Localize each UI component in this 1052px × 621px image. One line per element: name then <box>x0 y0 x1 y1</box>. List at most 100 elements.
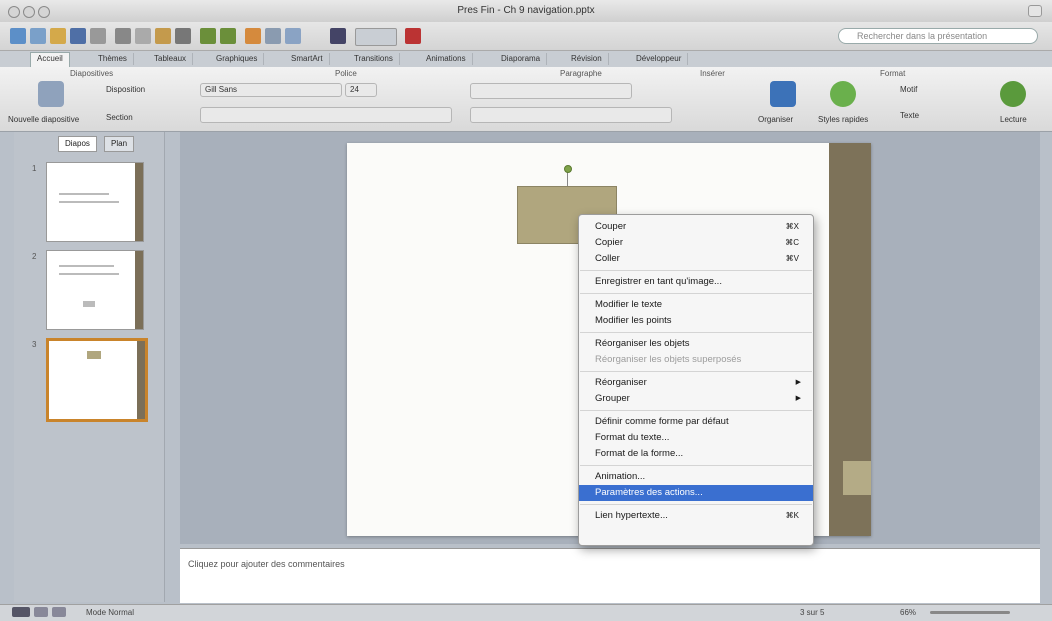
menu-item-grouper[interactable]: Grouper ▶ <box>579 391 813 407</box>
quick-styles-icon[interactable] <box>830 81 856 107</box>
notes-pane[interactable]: Cliquez pour ajouter des commentaires <box>180 548 1040 603</box>
thumbnail-band <box>137 341 145 419</box>
menu-item-format-du-texte[interactable]: Format du texte... <box>579 430 813 446</box>
insert-shape-icon[interactable] <box>245 28 261 44</box>
print-icon[interactable] <box>90 28 106 44</box>
window-title: Pres Fin - Ch 9 navigation.pptx <box>457 5 595 16</box>
help-icon[interactable] <box>405 28 421 44</box>
toolbar-toggle-button[interactable] <box>1028 5 1042 17</box>
menu-item-parametres-des-actions[interactable]: Paramètres des actions... <box>579 485 813 501</box>
menu-item-animation[interactable]: Animation... <box>579 469 813 485</box>
rotation-handle[interactable] <box>564 165 572 173</box>
tab-smartart[interactable]: SmartArt <box>285 53 330 65</box>
menu-separator <box>580 504 812 505</box>
rotation-connector <box>567 171 568 186</box>
menu-separator <box>580 465 812 466</box>
slide-sorter-icon[interactable] <box>34 607 48 617</box>
group-label-diapositives: Diapositives <box>70 69 114 78</box>
menu-item-reorganiser[interactable]: Réorganiser ▶ <box>579 375 813 391</box>
format-painter-icon[interactable] <box>175 28 191 44</box>
tab-diaporama[interactable]: Diaporama <box>495 53 548 65</box>
thumbnail-text-line <box>59 273 119 275</box>
undo-icon[interactable] <box>200 28 216 44</box>
font-size-select[interactable]: 24 <box>345 83 377 97</box>
menu-item-label: Animation... <box>595 471 646 482</box>
menu-item-label: Lien hypertexte... <box>595 510 668 521</box>
new-slide-label[interactable]: Nouvelle diapositive <box>8 115 79 124</box>
tab-accueil[interactable]: Accueil <box>30 52 70 67</box>
font-name-value: Gill Sans <box>205 85 238 94</box>
tab-revision[interactable]: Révision <box>565 53 609 65</box>
menu-item-couper[interactable]: Couper ⌘X <box>579 219 813 235</box>
tab-diapos[interactable]: Diapos <box>58 136 97 152</box>
tab-graphiques[interactable]: Graphiques <box>210 53 265 65</box>
thumbnail-text-line <box>59 201 119 203</box>
arrange-icon[interactable] <box>770 81 796 107</box>
tab-transitions[interactable]: Transitions <box>348 53 400 65</box>
search-input[interactable]: Rechercher dans la présentation <box>838 28 1038 44</box>
cut-icon[interactable] <box>115 28 131 44</box>
tab-animations[interactable]: Animations <box>420 53 473 65</box>
gallery-icon[interactable] <box>30 28 46 44</box>
new-presentation-icon[interactable] <box>10 28 26 44</box>
menu-item-reorganiser-les-objets-superposes: Réorganiser les objets superposés <box>579 352 813 368</box>
menu-separator <box>580 332 812 333</box>
menu-item-coller[interactable]: Coller ⌘V <box>579 251 813 267</box>
slide-thumbnail-3-selected[interactable] <box>46 338 148 422</box>
thumbnail-band <box>135 251 143 329</box>
insert-picture-icon[interactable] <box>265 28 281 44</box>
menu-item-definir-comme-forme-par-defaut[interactable]: Définir comme forme par défaut <box>579 414 813 430</box>
slideshow-view-icon[interactable] <box>52 607 66 617</box>
zoom-slider[interactable] <box>930 611 1010 614</box>
layout-button[interactable]: Disposition <box>106 85 145 94</box>
thumbnail-text-line <box>59 265 114 267</box>
slide-thumbnail-1[interactable] <box>46 162 144 242</box>
menu-item-format-de-la-forme[interactable]: Format de la forme... <box>579 446 813 462</box>
menu-item-modifier-les-points[interactable]: Modifier les points <box>579 313 813 329</box>
new-slide-icon[interactable] <box>38 81 64 107</box>
play-icon[interactable] <box>1000 81 1026 107</box>
tab-plan[interactable]: Plan <box>104 136 135 152</box>
tab-tableaux[interactable]: Tableaux <box>148 53 194 65</box>
thumbnail-text-line <box>59 193 109 195</box>
arrange-button-label[interactable]: Organiser <box>758 115 793 124</box>
paragraph-buttons[interactable] <box>470 83 632 99</box>
menu-item-label: Paramètres des actions... <box>595 487 703 498</box>
section-button[interactable]: Section <box>106 113 133 122</box>
font-format-buttons[interactable] <box>200 107 452 123</box>
menu-item-label: Coller <box>595 253 620 264</box>
status-bar: Mode Normal 3 sur 5 66% <box>0 604 1052 621</box>
font-name-select[interactable]: Gill Sans <box>200 83 342 97</box>
menu-item-label: Grouper <box>595 393 630 404</box>
slide-number: 2 <box>32 252 37 261</box>
open-folder-icon[interactable] <box>50 28 66 44</box>
menu-item-modifier-le-texte[interactable]: Modifier le texte <box>579 297 813 313</box>
tab-themes[interactable]: Thèmes <box>92 53 134 65</box>
paste-icon[interactable] <box>155 28 171 44</box>
slide-thumbnail-2[interactable] <box>46 250 144 330</box>
menu-item-enregistrer-en-tant-qu-image[interactable]: Enregistrer en tant qu'image... <box>579 274 813 290</box>
save-icon[interactable] <box>70 28 86 44</box>
pattern-button[interactable]: Motif <box>900 85 917 94</box>
insert-table-icon[interactable] <box>285 28 301 44</box>
thumbnail-shape <box>87 351 101 359</box>
alignment-buttons[interactable] <box>470 107 672 123</box>
font-size-value: 24 <box>350 85 359 94</box>
quick-styles-label[interactable]: Styles rapides <box>818 115 868 124</box>
slide-number: 1 <box>32 164 37 173</box>
menu-item-label: Copier <box>595 237 623 248</box>
play-label[interactable]: Lecture <box>1000 115 1027 124</box>
menu-item-reorganiser-les-objets[interactable]: Réorganiser les objets <box>579 336 813 352</box>
text-button[interactable]: Texte <box>900 111 919 120</box>
find-icon[interactable] <box>330 28 346 44</box>
menu-item-copier[interactable]: Copier ⌘C <box>579 235 813 251</box>
redo-icon[interactable] <box>220 28 236 44</box>
menu-item-label: Réorganiser les objets superposés <box>595 354 742 365</box>
ribbon-tabs: Accueil Thèmes Tableaux Graphiques Smart… <box>0 50 1052 68</box>
tab-developpeur[interactable]: Développeur <box>630 53 689 65</box>
group-label-format: Format <box>880 69 906 78</box>
copy-icon[interactable] <box>135 28 151 44</box>
menu-item-lien-hypertexte[interactable]: Lien hypertexte... ⌘K <box>579 508 813 524</box>
zoom-select[interactable] <box>355 28 397 46</box>
normal-view-icon[interactable] <box>12 607 30 617</box>
